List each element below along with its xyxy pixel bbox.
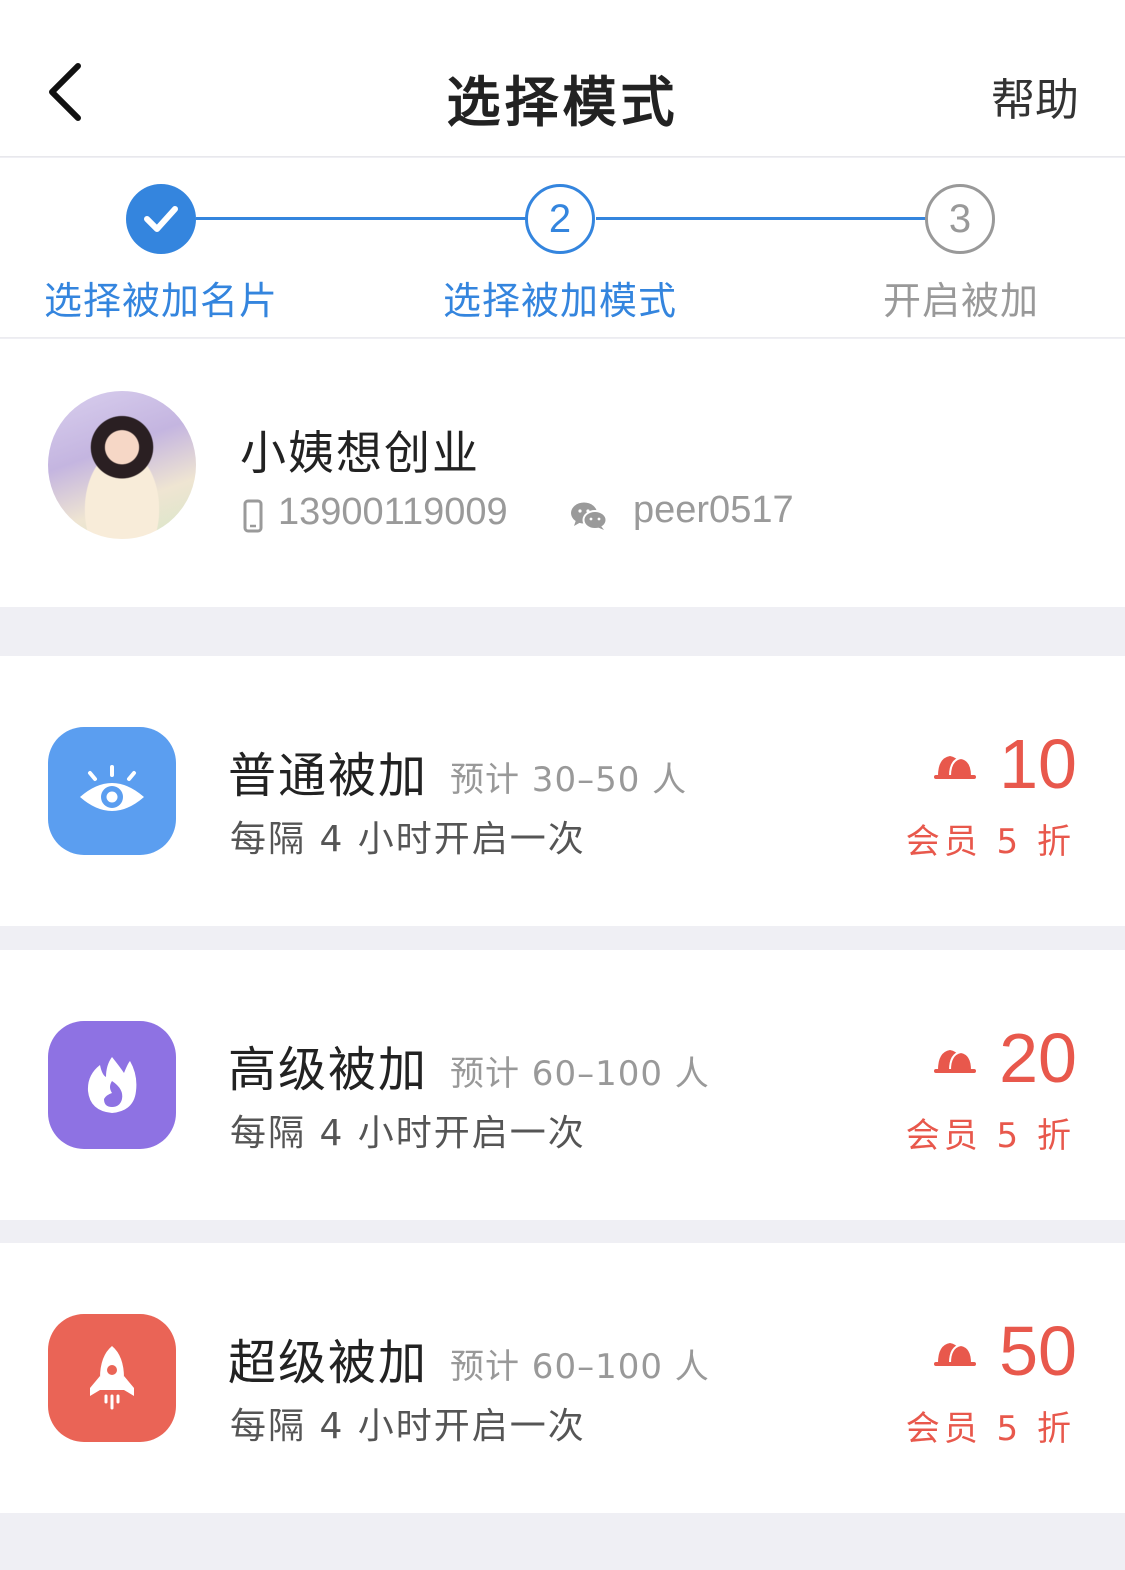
member-discount: 会员 5 折 xyxy=(905,1116,1075,1156)
step-1-indicator xyxy=(126,184,196,254)
mode-title: 超级被加 xyxy=(228,1335,429,1391)
mode-title: 普通被加 xyxy=(228,748,429,804)
mode-icon-normal xyxy=(48,727,176,855)
mode-description: 每隔 4 小时开启一次 xyxy=(230,1406,586,1447)
price-value: 10 xyxy=(999,725,1077,803)
wechat-icon xyxy=(571,502,608,530)
mode-card-super[interactable]: 超级被加 预计 60–100 人 每隔 4 小时开启一次 50 会员 5 折 xyxy=(0,1243,1125,1513)
step-3-label: 开启被加 xyxy=(882,279,1039,323)
mode-estimate: 预计 30–50 人 xyxy=(450,760,688,800)
member-discount: 会员 5 折 xyxy=(905,822,1075,862)
mode-estimate: 预计 60–100 人 xyxy=(450,1054,710,1094)
step-1-label: 选择被加名片 xyxy=(43,279,278,323)
step-connector-1 xyxy=(196,217,526,220)
selected-card: 小姨想创业 13900119009 peer0517 xyxy=(0,339,1125,607)
help-button[interactable]: 帮助 xyxy=(991,64,1079,128)
eye-icon xyxy=(80,765,144,811)
member-discount: 会员 5 折 xyxy=(905,1409,1075,1449)
mode-card-normal[interactable]: 普通被加 预计 30–50 人 每隔 4 小时开启一次 10 会员 5 折 xyxy=(0,656,1125,926)
bell-coin-icon xyxy=(934,1050,976,1073)
mode-description: 每隔 4 小时开启一次 xyxy=(230,819,586,860)
step-connector-2 xyxy=(596,217,926,220)
flame-icon xyxy=(87,1057,137,1113)
bell-coin-icon xyxy=(934,756,976,779)
mode-description: 每隔 4 小时开启一次 xyxy=(230,1113,586,1154)
step-3-indicator: 3 xyxy=(925,184,995,254)
wechat-id: peer0517 xyxy=(633,489,794,531)
navbar: 选择模式 帮助 xyxy=(0,0,1125,157)
avatar xyxy=(48,391,196,539)
mode-icon-advanced xyxy=(48,1021,176,1149)
step-2-indicator: 2 xyxy=(525,184,595,254)
mode-estimate: 预计 60–100 人 xyxy=(450,1347,710,1387)
mode-card-advanced[interactable]: 高级被加 预计 60–100 人 每隔 4 小时开启一次 20 会员 5 折 xyxy=(0,950,1125,1220)
phone-number: 13900119009 xyxy=(278,491,508,533)
profile-name: 小姨想创业 xyxy=(240,426,480,480)
price-value: 20 xyxy=(999,1019,1077,1097)
page-title: 选择模式 xyxy=(446,71,679,134)
step-progress: 2 3 选择被加名片 选择被加模式 开启被加 xyxy=(0,158,1125,338)
checkmark-icon xyxy=(144,206,178,232)
mode-title: 高级被加 xyxy=(228,1042,429,1098)
phone-icon xyxy=(243,499,263,533)
price-value: 50 xyxy=(999,1312,1077,1390)
bell-coin-icon xyxy=(934,1343,976,1366)
rocket-icon xyxy=(90,1346,134,1410)
mode-icon-super xyxy=(48,1314,176,1442)
step-2-label: 选择被加模式 xyxy=(442,279,677,323)
